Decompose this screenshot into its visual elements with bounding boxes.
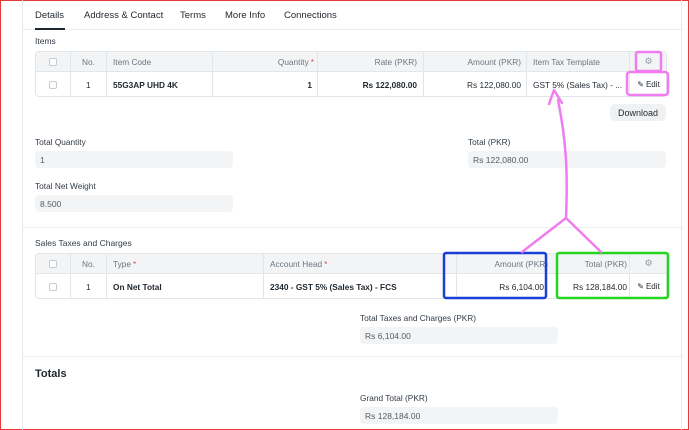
pencil-icon: ✎ bbox=[637, 80, 644, 89]
grand-total-field: Rs 128,184.00 bbox=[360, 407, 558, 424]
taxes-grid: No. Type * Account Head * Amount (PKR) Tot… bbox=[35, 253, 667, 299]
total-quantity-label: Total Quantity bbox=[35, 137, 86, 147]
total-net-weight-label: Total Net Weight bbox=[35, 181, 96, 191]
select-all-checkbox[interactable] bbox=[36, 254, 70, 273]
tab-connections[interactable]: Connections bbox=[284, 10, 337, 21]
taxes-section-label: Sales Taxes and Charges bbox=[35, 238, 132, 248]
col-no: No. bbox=[82, 56, 95, 67]
section-divider bbox=[23, 356, 683, 357]
col-type: Type * bbox=[113, 258, 137, 269]
tab-terms[interactable]: Terms bbox=[180, 10, 206, 21]
total-label: Total (PKR) bbox=[468, 137, 511, 147]
col-total: Total (PKR) bbox=[584, 258, 627, 269]
col-rate: Rate (PKR) bbox=[374, 56, 417, 67]
row-item-code[interactable]: 55G3AP UHD 4K bbox=[113, 72, 178, 96]
download-button[interactable]: Download bbox=[610, 104, 666, 121]
col-quantity: Quantity * bbox=[277, 56, 314, 67]
items-grid-header: No. Item Code Quantity * Rate (PKR) Amoun… bbox=[36, 52, 666, 72]
totals-heading: Totals bbox=[35, 368, 67, 380]
row-edit-button[interactable]: ✎ Edit bbox=[629, 274, 666, 298]
col-item-tax-template: Item Tax Template bbox=[533, 56, 601, 67]
row-total: Rs 128,184.00 bbox=[573, 281, 627, 292]
active-tab-indicator bbox=[35, 28, 65, 30]
row-account-head[interactable]: 2340 - GST 5% (Sales Tax) - FCS bbox=[270, 274, 397, 298]
pencil-icon: ✎ bbox=[637, 282, 644, 291]
col-item-code: Item Code bbox=[113, 56, 152, 67]
total-quantity-field: 1 bbox=[35, 151, 233, 168]
tab-address-contact[interactable]: Address & Contact bbox=[84, 10, 163, 21]
column-settings-icon[interactable]: ⚙ bbox=[629, 52, 666, 71]
col-no: No. bbox=[82, 258, 95, 269]
row-quantity[interactable]: 1 bbox=[212, 72, 312, 96]
row-no: 1 bbox=[86, 281, 91, 292]
form-card: Details Address & Contact Terms More Inf… bbox=[22, 0, 683, 430]
items-row[interactable]: 1 55G3AP UHD 4K 1 Rs 122,080.00 Rs 122,0… bbox=[36, 72, 666, 96]
row-type[interactable]: On Net Total bbox=[113, 274, 162, 298]
tab-more-info[interactable]: More Info bbox=[225, 10, 265, 21]
row-checkbox[interactable] bbox=[36, 72, 70, 96]
row-amount: Rs 122,080.00 bbox=[467, 79, 521, 90]
row-checkbox[interactable] bbox=[36, 274, 70, 298]
tab-details[interactable]: Details bbox=[35, 10, 64, 21]
tab-bar: Details Address & Contact Terms More Inf… bbox=[23, 0, 683, 30]
col-amount: Amount (PKR) bbox=[467, 56, 521, 67]
items-grid: No. Item Code Quantity * Rate (PKR) Amoun… bbox=[35, 51, 667, 97]
col-amount: Amount (PKR) bbox=[494, 258, 548, 269]
column-settings-icon[interactable]: ⚙ bbox=[629, 254, 666, 273]
total-taxes-label: Total Taxes and Charges (PKR) bbox=[360, 313, 477, 323]
taxes-row[interactable]: 1 On Net Total 2340 - GST 5% (Sales Tax)… bbox=[36, 274, 666, 298]
grand-total-label: Grand Total (PKR) bbox=[360, 393, 428, 403]
section-divider bbox=[23, 227, 683, 228]
total-net-weight-field: 8.500 bbox=[35, 195, 233, 212]
items-section-label: Items bbox=[35, 36, 56, 46]
row-item-tax-template[interactable]: GST 5% (Sales Tax) - ... bbox=[533, 72, 627, 96]
col-account-head: Account Head * bbox=[270, 258, 328, 269]
taxes-grid-header: No. Type * Account Head * Amount (PKR) Tot… bbox=[36, 254, 666, 274]
row-no: 1 bbox=[86, 79, 91, 90]
row-edit-button[interactable]: ✎ Edit bbox=[629, 72, 666, 96]
total-taxes-field: Rs 6,104.00 bbox=[360, 327, 558, 344]
select-all-checkbox[interactable] bbox=[36, 52, 70, 71]
row-rate[interactable]: Rs 122,080.00 bbox=[317, 72, 417, 96]
row-amount[interactable]: Rs 6,104.00 bbox=[456, 274, 544, 298]
total-field: Rs 122,080.00 bbox=[468, 151, 666, 168]
